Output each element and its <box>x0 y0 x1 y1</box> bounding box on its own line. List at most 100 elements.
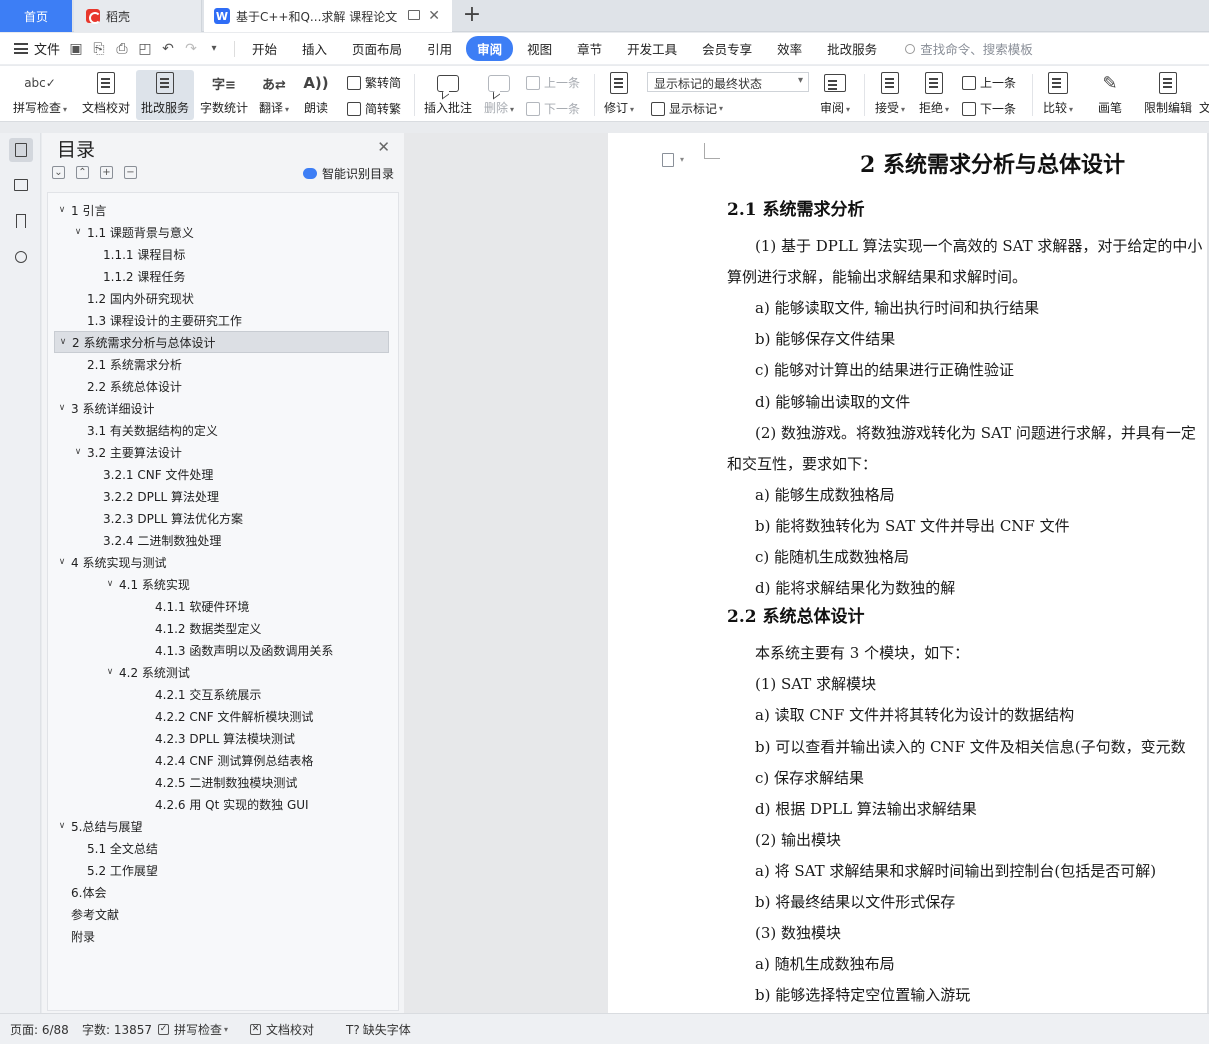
menu-chapter[interactable]: 章节 <box>566 36 613 61</box>
word-count-indicator[interactable]: 字数: 13857 <box>82 1021 152 1038</box>
menu-correct-service[interactable]: 批改服务 <box>816 36 888 61</box>
correct-service-button[interactable]: 批改服务 <box>136 70 194 120</box>
chevron-down-icon[interactable]: ∨ <box>72 227 84 237</box>
toc-item[interactable]: 4.1.2 数据类型定义 <box>48 617 388 639</box>
toc-item[interactable]: 1.1.2 课程任务 <box>48 265 388 287</box>
remove-heading-icon[interactable]: − <box>124 166 137 179</box>
smart-toc-button[interactable]: 智能识别目录 <box>302 165 394 182</box>
chevron-down-icon[interactable]: ∨ <box>57 337 69 347</box>
spell-check-button[interactable]: abc✓ 拼写检查 ▾ <box>8 70 72 120</box>
toc-item[interactable]: 5.1 全文总结 <box>48 837 388 859</box>
toc-item[interactable]: 参考文献 <box>48 903 388 925</box>
menu-review[interactable]: 审阅 <box>466 36 514 61</box>
chevron-down-icon[interactable]: ▾ <box>680 155 684 164</box>
add-tab-icon[interactable]: + <box>460 2 484 27</box>
insert-comment-button[interactable]: 插入批注 <box>420 70 476 120</box>
tab-daoke[interactable]: 稻壳 <box>74 0 202 32</box>
toc-item[interactable]: 4.2.4 CNF 测试算例总结表格 <box>48 749 388 771</box>
file-menu-button[interactable]: 文件 <box>14 39 60 58</box>
bookmark-icon[interactable] <box>9 209 33 233</box>
toc-item[interactable]: ∨ 5.总结与展望 <box>48 815 388 837</box>
save-icon[interactable]: ▣ <box>68 41 84 57</box>
revise-button[interactable]: 修订 ▾ <box>599 70 639 120</box>
toc-item[interactable]: 4.2.1 交互系统展示 <box>48 683 388 705</box>
toc-item[interactable]: 4.1.3 函数声明以及函数调用关系 <box>48 639 388 661</box>
expand-up-icon[interactable]: ⌃ <box>76 166 89 179</box>
toc-item[interactable]: 4.2.2 CNF 文件解析模块测试 <box>48 705 388 727</box>
delete-comment-button[interactable]: 删除 ▾ <box>480 70 518 120</box>
simp-to-trad-button[interactable]: 简转繁 <box>347 100 401 117</box>
read-aloud-button[interactable]: A)) 朗读 <box>297 70 335 120</box>
chevron-down-icon[interactable]: ∨ <box>56 205 68 215</box>
doc-permission-button[interactable]: 文 <box>1198 70 1209 120</box>
more-icon[interactable]: ▾ <box>206 43 222 54</box>
chevron-down-icon[interactable]: ∨ <box>56 403 68 413</box>
restrict-edit-button[interactable]: 限制编辑 <box>1140 70 1196 120</box>
search-icon[interactable] <box>9 245 33 269</box>
page-indicator[interactable]: 页面: 6/88 <box>10 1021 69 1038</box>
toc-nav-icon[interactable] <box>9 138 33 162</box>
menu-member[interactable]: 会员专享 <box>691 36 763 61</box>
accept-button[interactable]: 接受 ▾ <box>870 70 910 120</box>
toc-item[interactable]: ∨ 4.1 系统实现 <box>48 573 388 595</box>
menu-devtools[interactable]: 开发工具 <box>616 36 688 61</box>
toc-item[interactable]: 3.1 有关数据结构的定义 <box>48 419 388 441</box>
command-search[interactable]: 查找命令、搜索模板 <box>905 39 1033 58</box>
chevron-down-icon[interactable]: ∨ <box>56 821 68 831</box>
missing-font-status[interactable]: T? 缺失字体 <box>346 1021 411 1038</box>
toc-item[interactable]: 附录 <box>48 925 388 947</box>
undo-icon[interactable]: ↶ <box>160 41 176 57</box>
toc-item[interactable]: 3.2.2 DPLL 算法处理 <box>48 485 388 507</box>
toc-item[interactable]: 3.2.1 CNF 文件处理 <box>48 463 388 485</box>
toc-item[interactable]: ∨ 2 系统需求分析与总体设计 <box>54 331 389 353</box>
toc-item[interactable]: ∨ 4 系统实现与测试 <box>48 551 388 573</box>
review-pane-button[interactable]: 审阅 ▾ <box>815 70 855 120</box>
toc-item[interactable]: ∨ 1 引言 <box>48 199 388 221</box>
menu-efficiency[interactable]: 效率 <box>766 36 813 61</box>
chevron-down-icon[interactable]: ∨ <box>104 667 116 677</box>
document-page[interactable]: ▾ 2 系统需求分析与总体设计 2.1 系统需求分析 (1) 基于 DPLL 算法… <box>608 133 1209 1013</box>
word-count-button[interactable]: 字≡ 字数统计 <box>197 70 251 120</box>
doc-proof-status[interactable]: ✕ 文档校对 <box>250 1021 314 1038</box>
add-heading-icon[interactable]: + <box>100 166 113 179</box>
toc-item[interactable]: ∨ 1.1 课题背景与意义 <box>48 221 388 243</box>
show-markup-button[interactable]: 显示标记 ▾ <box>651 100 723 117</box>
prev-comment-button[interactable]: 上一条 <box>526 74 580 91</box>
export-pdf-icon[interactable]: ⎘ <box>91 41 107 57</box>
collapse-all-icon[interactable]: ⌄ <box>52 166 65 179</box>
chevron-down-icon[interactable]: ∨ <box>72 447 84 457</box>
tab-document[interactable]: W 基于C++和Q...求解 课程论文 ✕ <box>204 0 452 32</box>
toc-item[interactable]: ∨ 3.2 主要算法设计 <box>48 441 388 463</box>
toc-item[interactable]: 6.体会 <box>48 881 388 903</box>
close-icon[interactable]: ✕ <box>377 138 390 156</box>
chapter-nav-icon[interactable] <box>9 173 33 197</box>
toc-item[interactable]: 1.2 国内外研究现状 <box>48 287 388 309</box>
toc-item[interactable]: 4.2.3 DPLL 算法模块测试 <box>48 727 388 749</box>
menu-layout[interactable]: 页面布局 <box>341 36 413 61</box>
pen-button[interactable]: ✎ 画笔 <box>1090 70 1130 120</box>
reject-button[interactable]: 拒绝 ▾ <box>914 70 954 120</box>
prev-change-button[interactable]: 上一条 <box>962 74 1016 91</box>
toc-item[interactable]: ∨ 3 系统详细设计 <box>48 397 388 419</box>
spell-check-status[interactable]: ✓ 拼写检查 ▾ <box>158 1021 228 1038</box>
next-comment-button[interactable]: 下一条 <box>526 100 580 117</box>
toc-item[interactable]: 4.1.1 软硬件环境 <box>48 595 388 617</box>
toc-item[interactable]: 1.3 课程设计的主要研究工作 <box>48 309 388 331</box>
menu-insert[interactable]: 插入 <box>291 36 338 61</box>
page-menu-icon[interactable] <box>662 153 674 167</box>
toc-item[interactable]: ∨ 4.2 系统测试 <box>48 661 388 683</box>
chevron-down-icon[interactable]: ∨ <box>56 557 68 567</box>
print-preview-icon[interactable]: ◰ <box>137 41 153 57</box>
compare-button[interactable]: 比较 ▾ <box>1038 70 1078 120</box>
toc-item[interactable]: 3.2.3 DPLL 算法优化方案 <box>48 507 388 529</box>
doc-proof-button[interactable]: 文档校对 <box>78 70 134 120</box>
monitor-icon[interactable] <box>408 10 420 20</box>
print-icon[interactable]: ⎙ <box>114 41 130 57</box>
markup-state-select[interactable]: 显示标记的最终状态 <box>647 72 809 92</box>
next-change-button[interactable]: 下一条 <box>962 100 1016 117</box>
toc-item[interactable]: 2.1 系统需求分析 <box>48 353 388 375</box>
menu-view[interactable]: 视图 <box>516 36 563 61</box>
redo-icon[interactable]: ↷ <box>183 41 199 57</box>
toc-item[interactable]: 3.2.4 二进制数独处理 <box>48 529 388 551</box>
tab-home[interactable]: 首页 <box>0 0 72 32</box>
